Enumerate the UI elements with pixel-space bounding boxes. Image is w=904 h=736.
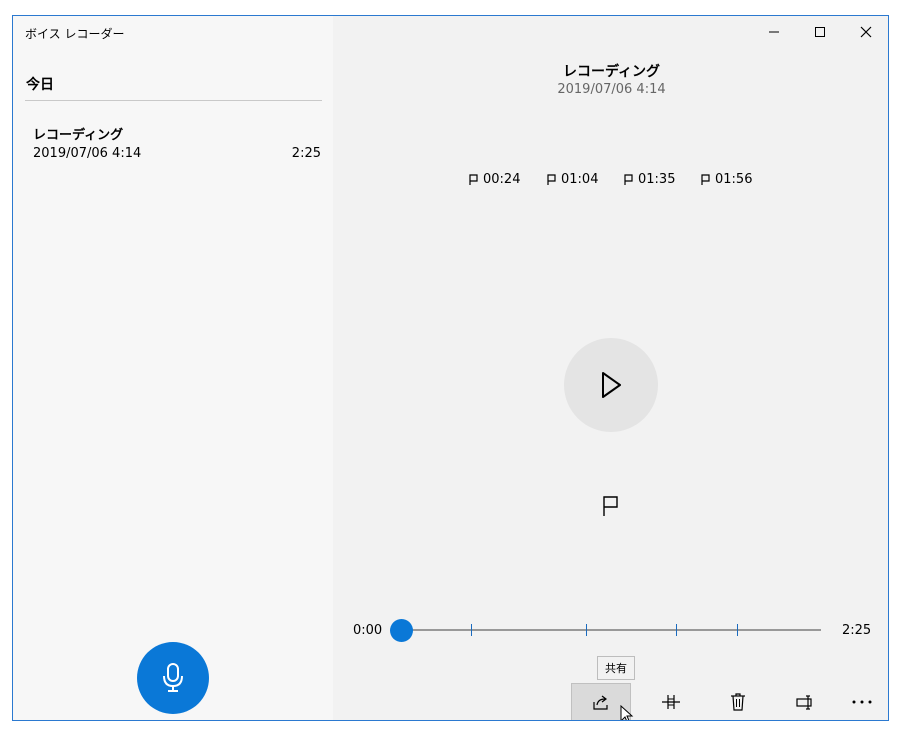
more-icon <box>852 700 872 704</box>
flag-icon <box>624 173 633 185</box>
rename-button[interactable] <box>776 683 836 720</box>
close-button[interactable] <box>843 16 888 48</box>
flag-icon <box>547 173 556 185</box>
marker-tick <box>676 624 678 636</box>
rename-icon <box>796 695 812 710</box>
marker-tick <box>470 624 472 636</box>
add-marker-button[interactable] <box>600 494 622 518</box>
maximize-icon <box>815 27 825 37</box>
more-options-button[interactable] <box>839 683 885 720</box>
section-heading-today: 今日 <box>26 77 54 93</box>
marker-item[interactable]: 01:04 <box>546 172 598 187</box>
marker-time: 01:35 <box>638 172 676 187</box>
recording-duration: 2:25 <box>291 146 321 161</box>
marker-time: 00:24 <box>483 172 521 187</box>
marker-time: 01:04 <box>561 172 599 187</box>
total-time: 2:25 <box>842 623 872 638</box>
trim-button[interactable] <box>641 683 701 720</box>
maximize-button[interactable] <box>797 16 843 48</box>
minimize-icon <box>769 31 779 33</box>
app-window: ボイス レコーダー 今日 レコーディング 2019/07/06 4:14 2:2… <box>12 15 889 721</box>
play-button[interactable] <box>564 338 658 432</box>
share-icon <box>593 695 608 710</box>
seek-slider-thumb[interactable] <box>390 619 413 642</box>
mouse-cursor-icon <box>620 705 634 720</box>
recording-name: レコーディング <box>33 128 124 143</box>
app-title: ボイス レコーダー <box>25 27 125 41</box>
elapsed-time: 0:00 <box>353 623 383 638</box>
microphone-icon <box>163 663 183 692</box>
close-icon <box>860 26 872 38</box>
seek-track[interactable] <box>401 629 821 631</box>
recording-date: 2019/07/06 4:14 <box>33 146 142 161</box>
record-button[interactable] <box>137 642 209 714</box>
marker-time: 01:56 <box>715 172 753 187</box>
marker-tick <box>586 624 588 636</box>
recording-date-header: 2019/07/06 4:14 <box>557 82 666 97</box>
trim-icon <box>662 695 680 709</box>
recordings-pane: ボイス レコーダー 今日 レコーディング 2019/07/06 4:14 2:2… <box>13 16 333 720</box>
recording-title: レコーディング <box>562 64 661 80</box>
flag-icon <box>603 496 618 516</box>
delete-button[interactable] <box>708 683 768 720</box>
minimize-button[interactable] <box>751 16 797 48</box>
section-divider <box>25 100 322 101</box>
recording-list-item[interactable]: レコーディング 2019/07/06 4:14 2:25 <box>25 116 321 168</box>
flag-icon <box>701 173 710 185</box>
trash-icon <box>731 693 745 711</box>
play-icon <box>602 372 621 398</box>
marker-item[interactable]: 00:24 <box>468 172 520 187</box>
flag-icon <box>469 173 478 185</box>
marker-item[interactable]: 01:35 <box>623 172 675 187</box>
share-tooltip: 共有 <box>597 656 635 680</box>
marker-item[interactable]: 01:56 <box>700 172 752 187</box>
marker-tick <box>737 624 738 636</box>
